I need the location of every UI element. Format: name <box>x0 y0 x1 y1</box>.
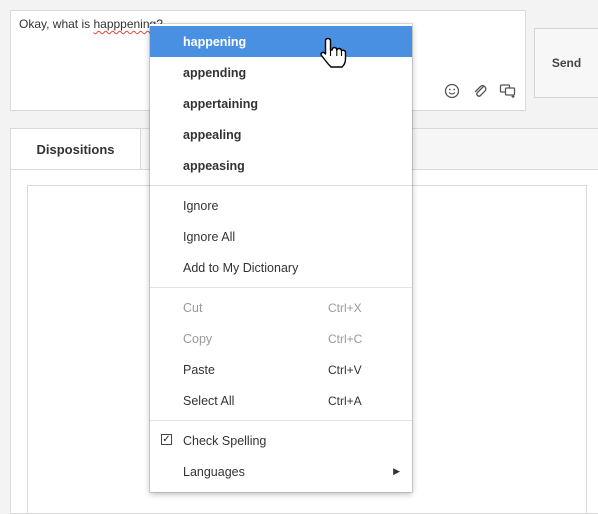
menu-item-label: Check Spelling <box>183 433 267 448</box>
menu-item-paste[interactable]: Paste Ctrl+V <box>150 354 412 385</box>
menu-item-select-all[interactable]: Select All Ctrl+A <box>150 385 412 416</box>
menu-item-ignore-all[interactable]: Ignore All <box>150 221 412 252</box>
send-button[interactable]: Send <box>534 28 598 98</box>
menu-item-check-spelling[interactable]: ✓ Check Spelling <box>150 425 412 456</box>
submenu-arrow-icon: ▶ <box>393 466 400 476</box>
menu-item-languages[interactable]: Languages ▶ <box>150 456 412 487</box>
attachment-icon[interactable] <box>471 82 489 100</box>
menu-item-copy[interactable]: Copy Ctrl+C <box>150 323 412 354</box>
tab-dispositions[interactable]: Dispositions <box>11 129 141 169</box>
suggestion-item[interactable]: appending <box>150 57 412 88</box>
suggestion-item[interactable]: appealing <box>150 119 412 150</box>
suggestion-item[interactable]: appeasing <box>150 150 412 181</box>
menu-item-label: Languages <box>183 464 245 479</box>
composer-toolbar <box>443 82 517 100</box>
menu-separator <box>150 287 412 288</box>
menu-item-shortcut: Ctrl+V <box>328 362 362 377</box>
suggestion-item[interactable]: appertaining <box>150 88 412 119</box>
menu-separator <box>150 420 412 421</box>
suggestion-item[interactable]: happening <box>150 26 412 57</box>
menu-item-ignore[interactable]: Ignore <box>150 190 412 221</box>
menu-item-label: Copy <box>183 331 213 346</box>
checkbox-checked-icon: ✓ <box>161 433 172 445</box>
menu-item-shortcut: Ctrl+C <box>328 331 363 346</box>
composer-text: Okay, what is happpening? <box>19 17 163 31</box>
menu-separator <box>150 185 412 186</box>
menu-item-label: Cut <box>183 300 203 315</box>
emoji-icon[interactable] <box>443 82 461 100</box>
menu-item-shortcut: Ctrl+A <box>328 393 362 408</box>
menu-item-label: Paste <box>183 362 215 377</box>
spellcheck-context-menu: happening appending appertaining appeali… <box>150 24 412 492</box>
composer-text-before: Okay, what is <box>19 17 94 31</box>
menu-item-label: Select All <box>183 393 235 408</box>
chat-app: Okay, what is happpening? Send Dispositi… <box>0 0 598 514</box>
menu-item-shortcut: Ctrl+X <box>328 300 362 315</box>
quick-reply-icon[interactable] <box>499 82 517 100</box>
menu-item-cut[interactable]: Cut Ctrl+X <box>150 292 412 323</box>
menu-item-add-to-dictionary[interactable]: Add to My Dictionary <box>150 252 412 283</box>
